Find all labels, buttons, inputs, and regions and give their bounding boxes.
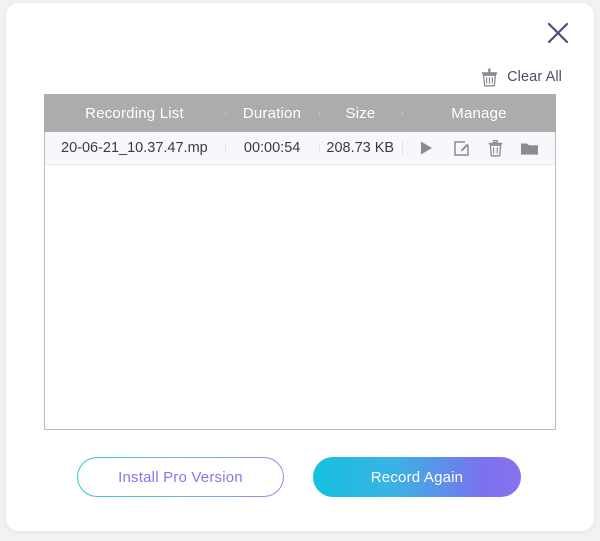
install-pro-version-button[interactable]: Install Pro Version	[77, 457, 284, 497]
cell-manage	[401, 138, 555, 158]
footer: Install Pro Version Record Again	[6, 455, 594, 503]
cell-file-name: 20-06-21_10.37.47.mp	[61, 140, 208, 156]
titlebar	[6, 3, 594, 51]
trash-icon	[481, 68, 498, 87]
recording-list-window: Clear All Recording List Duration Size M…	[6, 3, 594, 531]
cell-duration: 00:00:54	[225, 140, 319, 156]
play-icon[interactable]	[417, 138, 437, 158]
column-header-duration: Duration	[225, 105, 319, 122]
column-header-recording-list: Recording List	[85, 104, 184, 122]
close-icon[interactable]	[544, 19, 572, 47]
clear-all-button[interactable]: Clear All	[481, 65, 562, 89]
folder-icon[interactable]	[520, 138, 540, 158]
recording-rows: 20-06-21_10.37.47.mp 00:00:54 208.73 KB	[45, 132, 555, 429]
column-header-size: Size	[319, 105, 402, 122]
delete-icon[interactable]	[485, 138, 505, 158]
table-header: Recording List Duration Size Manage	[44, 94, 556, 132]
column-header-manage: Manage	[402, 105, 556, 122]
record-again-button[interactable]: Record Again	[313, 457, 521, 497]
edit-icon[interactable]	[451, 138, 471, 158]
cell-size: 208.73 KB	[318, 140, 402, 156]
table-row[interactable]: 20-06-21_10.37.47.mp 00:00:54 208.73 KB	[45, 132, 555, 165]
clear-all-label: Clear All	[507, 69, 562, 85]
